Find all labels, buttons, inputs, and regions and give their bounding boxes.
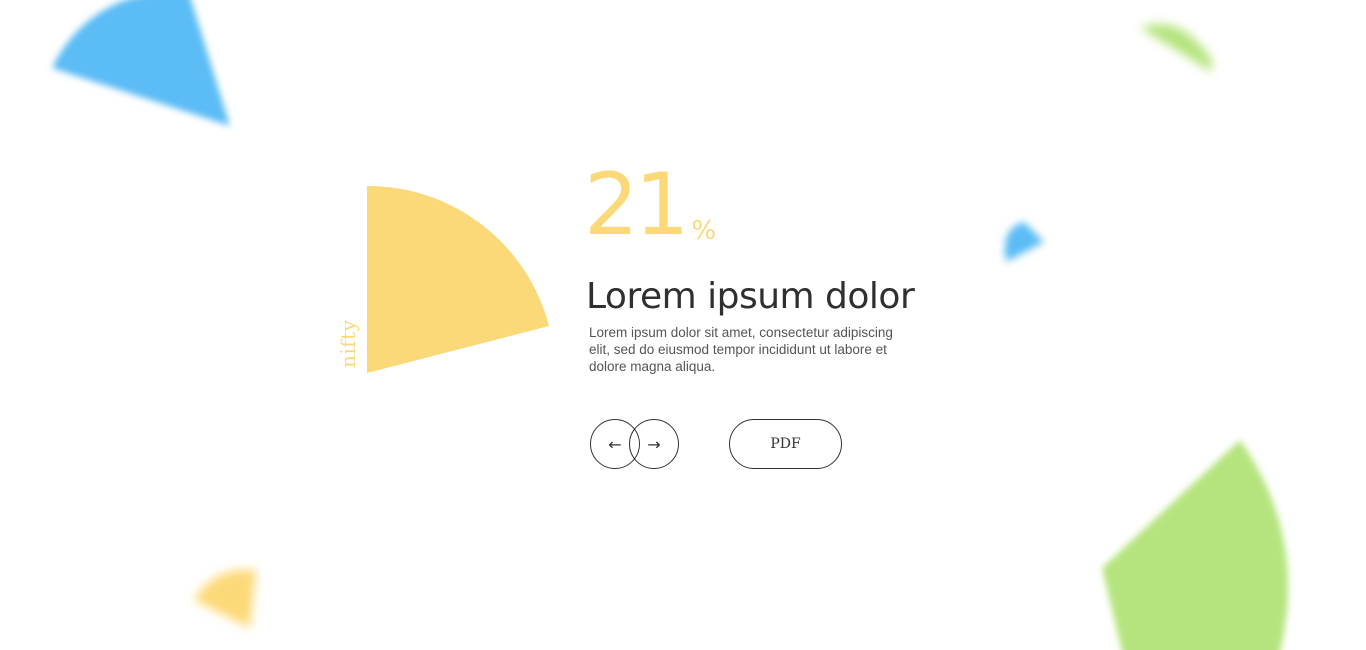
stat-display: 21 %	[584, 162, 716, 248]
arrow-left-icon: ←	[608, 434, 622, 454]
pdf-button[interactable]: PDF	[729, 419, 842, 469]
stat-unit: %	[691, 216, 717, 246]
slide-headline: Lorem ipsum dolor	[586, 276, 915, 317]
vertical-label: nifty	[336, 319, 360, 368]
yellow-pie-slice	[367, 185, 549, 373]
slide-body-text: Lorem ipsum dolor sit amet, consectetur …	[589, 325, 893, 374]
next-button[interactable]: →	[629, 419, 679, 469]
stat-value: 21	[584, 155, 689, 255]
slide-stage: nifty 21 % Lorem ipsum dolor Lorem ipsum…	[0, 0, 1366, 650]
arrow-right-icon: →	[647, 434, 661, 454]
